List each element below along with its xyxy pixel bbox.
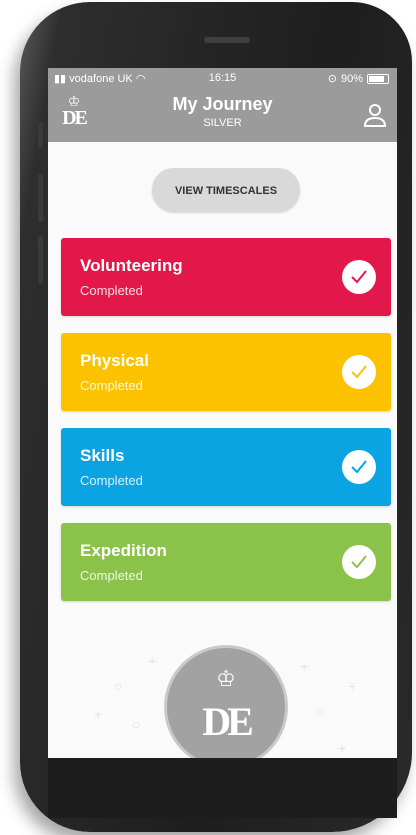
- battery-label: 90%: [340, 72, 363, 85]
- section-name: Physical: [80, 351, 149, 370]
- decoration-plus: +: [300, 658, 309, 674]
- decoration-plus: +: [348, 678, 357, 694]
- check-icon: [342, 450, 376, 484]
- check-icon: [342, 260, 376, 294]
- profile-icon[interactable]: [363, 102, 387, 128]
- section-status: Completed: [80, 283, 143, 298]
- view-timescales-button[interactable]: VIEW TIMESCALES: [152, 168, 300, 212]
- app-header: ♔ DE My Journey SILVER: [48, 88, 397, 142]
- section-name: Skills: [80, 446, 125, 465]
- speaker-grille: [204, 37, 250, 43]
- decoration-circle: ○: [316, 703, 325, 719]
- section-card-volunteering[interactable]: Volunteering Completed: [61, 238, 391, 316]
- mute-switch: [38, 122, 43, 148]
- volume-down-button: [38, 236, 43, 284]
- volume-up-button: [38, 174, 43, 222]
- section-card-skills[interactable]: Skills Completed: [61, 428, 391, 506]
- crown-icon: ♔: [216, 666, 236, 691]
- check-icon: [342, 355, 376, 389]
- section-status: Completed: [80, 473, 143, 488]
- phone-bottom-bezel: [48, 758, 397, 818]
- section-card-expedition[interactable]: Expedition Completed: [61, 523, 391, 601]
- section-status: Completed: [80, 378, 143, 393]
- status-bar: ▮▮ vodafone UK ◠ 16:15 ⊙ 90%: [48, 68, 397, 88]
- award-level: SILVER: [203, 117, 242, 129]
- section-name: Expedition: [80, 541, 167, 560]
- battery-status: ⊙ 90%: [328, 72, 389, 85]
- battery-icon: [367, 73, 389, 84]
- dofe-badge: ♔ DE: [164, 645, 288, 758]
- decoration-circle: ○: [132, 716, 141, 732]
- decoration-circle: ○: [114, 678, 123, 694]
- decoration-plus: +: [94, 706, 103, 722]
- orientation-lock-icon: ⊙: [327, 73, 337, 85]
- page-title: My Journey: [172, 94, 273, 114]
- section-card-physical[interactable]: Physical Completed: [61, 333, 391, 411]
- check-icon: [342, 545, 376, 579]
- section-name: Volunteering: [80, 256, 183, 275]
- decoration-plus: +: [338, 740, 347, 756]
- section-status: Completed: [80, 568, 143, 583]
- decoration-plus: +: [148, 653, 157, 669]
- app-screen: ▮▮ vodafone UK ◠ 16:15 ⊙ 90% ♔ DE My Jou…: [48, 68, 397, 758]
